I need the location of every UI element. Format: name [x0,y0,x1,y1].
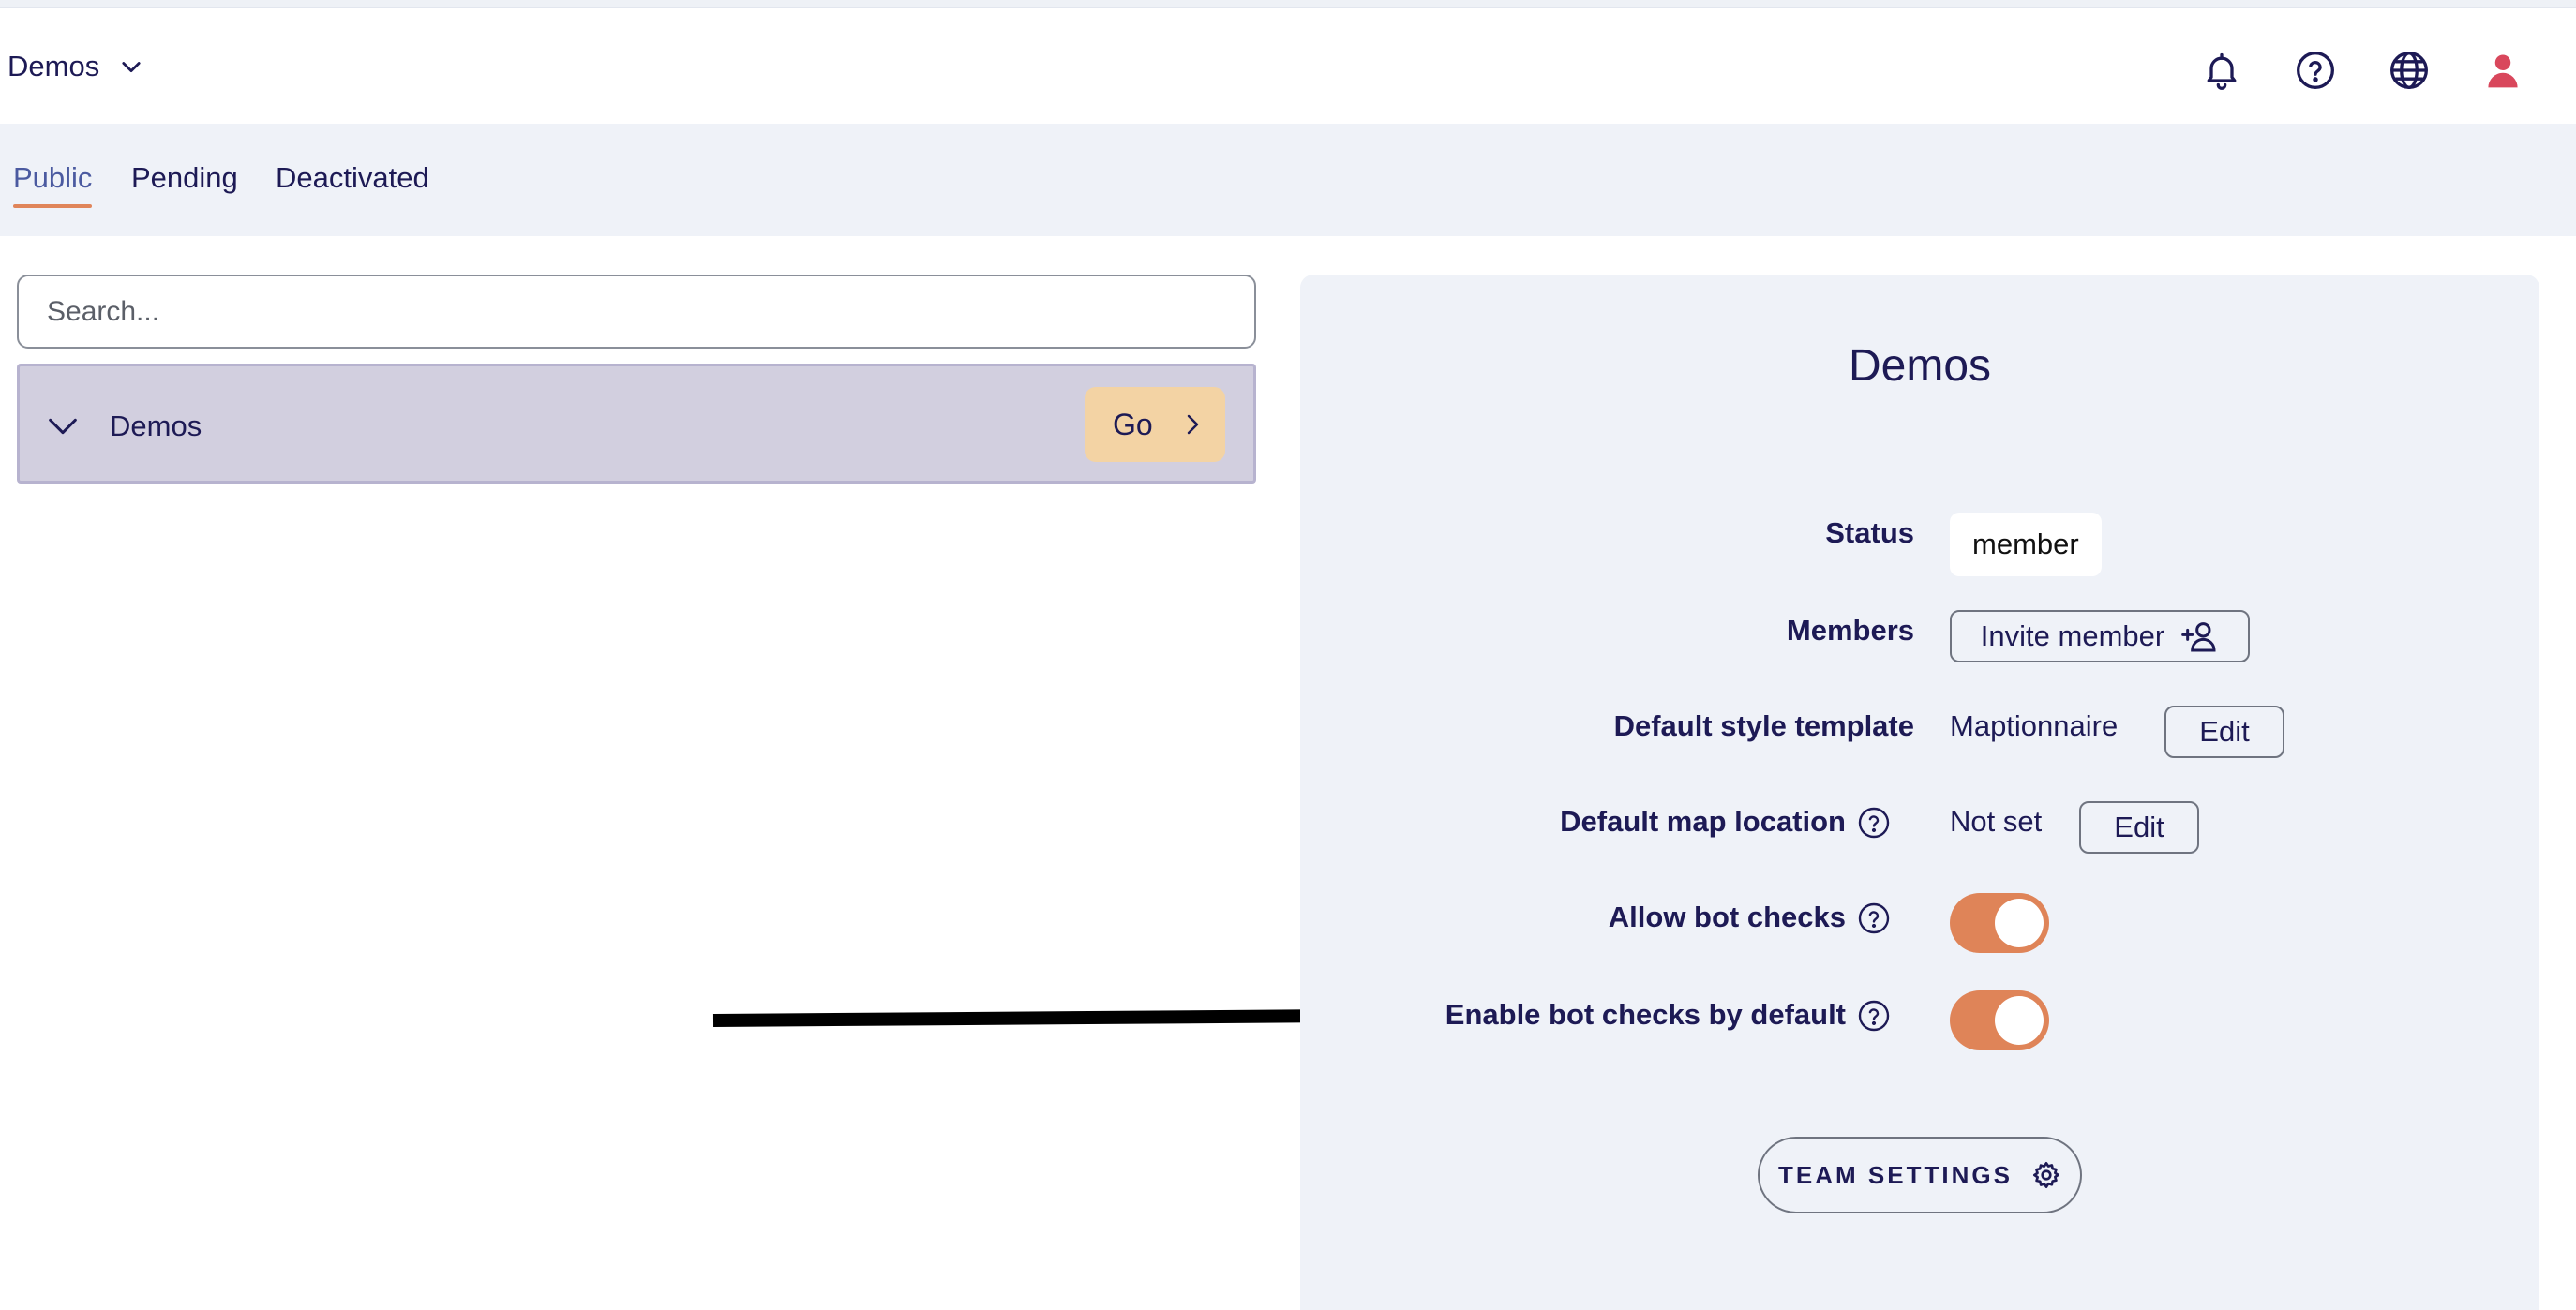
status-badge: member [1950,513,2102,576]
invite-member-button[interactable]: Invite member [1950,610,2250,662]
notifications-button[interactable] [2194,42,2250,98]
team-settings-button[interactable]: TEAM SETTINGS [1758,1137,2082,1213]
tabs-bar: Public Pending Deactivated [0,124,2576,236]
tab-pending[interactable]: Pending [131,161,238,208]
org-name: Demos [110,409,202,442]
org-details-panel: Demos Status member Members Invite membe… [1300,275,2539,1310]
team-settings-label: TEAM SETTINGS [1778,1160,2013,1189]
panel-title: Demos [1848,341,1992,391]
go-button-label: Go [1113,407,1153,441]
toggle-knob [1995,899,2044,947]
bot-checks-default-toggle[interactable] [1950,990,2049,1050]
invite-member-label: Invite member [1980,619,2165,652]
gear-icon [2032,1162,2059,1188]
style-template-value: Maptionnaire [1950,709,2119,742]
map-location-label: Default map location [1560,805,1846,838]
bot-checks-default-label: Enable bot checks by default [1445,998,1846,1031]
bell-icon [2207,52,2237,90]
help-button[interactable] [2287,42,2344,98]
language-button[interactable] [2381,42,2437,98]
members-label: Members [1786,614,1914,647]
top-border [0,0,2576,8]
globe-icon [2390,52,2428,89]
help-circle-icon[interactable] [1857,806,1891,840]
map-location-value: Not set [1950,805,2043,838]
edit-style-button[interactable]: Edit [2164,706,2284,758]
annotation-arrow [712,979,1401,1049]
user-icon [2488,54,2518,88]
list-item[interactable]: Demos Go [17,364,1256,484]
status-label: Status [1825,516,1914,549]
tab-deactivated[interactable]: Deactivated [276,161,429,208]
org-switcher-label: Demos [7,50,100,82]
allow-bot-checks-label: Allow bot checks [1608,901,1846,933]
allow-bot-checks-toggle[interactable] [1950,893,2049,953]
toggle-knob [1995,996,2044,1045]
help-circle-icon[interactable] [1857,901,1891,935]
edit-map-location-button[interactable]: Edit [2079,801,2199,854]
chevron-down-icon [122,62,141,73]
help-circle-icon [2297,52,2334,89]
person-add-icon [2181,622,2216,652]
chevron-down-icon[interactable] [44,408,82,445]
user-menu-button[interactable] [2475,42,2531,98]
go-button[interactable]: Go [1085,387,1225,462]
search-input[interactable] [17,275,1256,349]
org-switcher[interactable]: Demos [7,50,144,83]
chevron-right-icon [1187,414,1198,435]
tab-public[interactable]: Public [13,161,93,208]
style-template-label: Default style template [1613,709,1914,742]
help-circle-icon[interactable] [1857,999,1891,1033]
top-header: Demos [0,8,2576,124]
